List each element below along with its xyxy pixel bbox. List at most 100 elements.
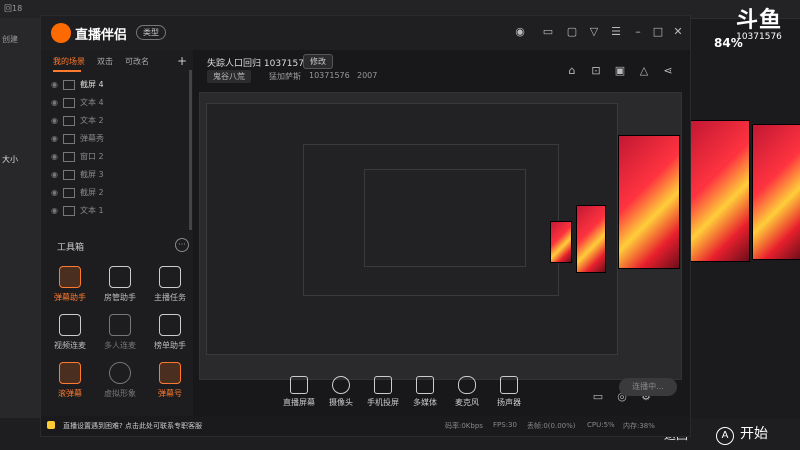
text-icon: [63, 115, 75, 126]
share-icon[interactable]: ⋖: [661, 64, 675, 78]
app-name: 直播伴侣: [75, 28, 128, 43]
edit-title-button[interactable]: 修改: [303, 54, 333, 69]
tool-video-link[interactable]: 视频连麦: [47, 314, 93, 351]
camera-icon: [332, 376, 350, 394]
scene-item[interactable]: ◉ 截屏 3: [51, 166, 181, 184]
eye-icon[interactable]: ◉: [51, 202, 63, 220]
preview-card-3: [550, 221, 572, 263]
tool-room-manager[interactable]: 房管助手: [97, 266, 143, 303]
sidebar: 我的场景 双击 可改名 + ◉ 截屏 4 ◉ 文本 4 ◉ 文本 2 ◉ 弹幕秀 ◉ 窗口…: [41, 50, 193, 436]
phone-icon: [374, 376, 392, 394]
task-icon: [159, 266, 181, 288]
phone-cast-button[interactable]: 手机投屏: [361, 376, 405, 408]
outer-start-label: 开始: [740, 426, 768, 442]
scene-item[interactable]: ◉ 截屏 4: [51, 76, 181, 94]
tool-danmu-helper[interactable]: 弹幕助手: [47, 266, 93, 303]
outer-card-2: [752, 124, 800, 260]
bitrate-stat: 码率:0Kbps: [445, 422, 483, 430]
category-tag[interactable]: 鬼谷八荒: [207, 70, 251, 83]
scene-item[interactable]: ◉ 文本 1: [51, 202, 181, 220]
scene-item[interactable]: ◉ 截屏 2: [51, 184, 181, 202]
start-live-button[interactable]: 连播中...: [619, 378, 677, 396]
danmu-icon: [63, 133, 75, 144]
message-icon[interactable]: ▭: [541, 25, 555, 39]
tool-label: 弹幕号: [158, 389, 182, 398]
danmu-helper-icon: [59, 266, 81, 288]
scene-item[interactable]: ◉ 弹幕秀: [51, 130, 181, 148]
control-label: 直播屏幕: [283, 398, 315, 407]
microphone-button[interactable]: 麦克风: [445, 376, 489, 408]
multimedia-button[interactable]: 多媒体: [403, 376, 447, 408]
eye-icon[interactable]: ◉: [51, 130, 63, 148]
outer-left-label-1: 创建: [2, 35, 18, 44]
tool-label: 虚拟形象: [104, 389, 136, 398]
mirror-level-2: [303, 144, 559, 296]
share-screen-icon[interactable]: ⌂: [565, 64, 579, 78]
sidebar-scrollbar[interactable]: [189, 70, 192, 230]
scene-item[interactable]: ◉ 文本 2: [51, 112, 181, 130]
minimize-icon[interactable]: –: [631, 25, 645, 39]
eye-icon[interactable]: ◉: [51, 76, 63, 94]
bell-icon[interactable]: △: [637, 64, 651, 78]
video-link-icon: [59, 314, 81, 336]
outer-start-button[interactable]: A 开始: [716, 423, 768, 445]
tool-label: 房管助手: [104, 293, 136, 302]
eye-icon[interactable]: ◉: [51, 166, 63, 184]
app-logo-icon: [51, 23, 71, 43]
image-icon: [63, 187, 75, 198]
tool-multi-link[interactable]: 多人连麦: [97, 314, 143, 351]
eye-icon[interactable]: ◉: [51, 148, 63, 166]
camera-button[interactable]: 摄像头: [319, 376, 363, 408]
multi-user-icon: [109, 314, 131, 336]
speaker-button[interactable]: 扬声器: [487, 376, 531, 408]
outer-left-label-2: 大小: [2, 155, 18, 164]
tab-my-scenes[interactable]: 我的场景: [53, 56, 85, 67]
scene-item[interactable]: ◉ 窗口 2: [51, 148, 181, 166]
scene-label: 截屏 2: [80, 188, 104, 197]
feedback-icon[interactable]: ▢: [565, 25, 579, 39]
outer-left-panel: 创建 大小: [0, 18, 40, 418]
theme-button[interactable]: 类型: [136, 25, 166, 40]
add-scene-icon[interactable]: +: [177, 54, 187, 68]
skin-icon[interactable]: ▽: [587, 25, 601, 39]
scene-label: 弹幕秀: [80, 134, 104, 143]
speaker-icon: [500, 376, 518, 394]
text-icon: [63, 97, 75, 108]
tool-scroll-danmu[interactable]: 滚弹幕: [47, 362, 93, 399]
tool-label: 多人连麦: [104, 341, 136, 350]
scene-label: 截屏 4: [80, 80, 104, 89]
eye-icon[interactable]: ◉: [51, 112, 63, 130]
image-icon: [63, 169, 75, 180]
danmu-number-icon: [159, 362, 181, 384]
scene-label: 文本 2: [80, 116, 104, 125]
maximize-icon[interactable]: □: [651, 25, 665, 39]
fps-stat: FPS:30: [493, 421, 517, 429]
tool-danmu-number[interactable]: 弹幕号: [147, 362, 193, 399]
settings-icon[interactable]: ☰: [609, 25, 623, 39]
tool-label: 弹幕助手: [54, 293, 86, 302]
record-icon[interactable]: ▭: [591, 390, 605, 404]
user-icon: [109, 266, 131, 288]
tool-label: 主播任务: [154, 293, 186, 302]
gift-icon[interactable]: ▣: [613, 64, 627, 78]
lock-icon[interactable]: ⊡: [589, 64, 603, 78]
more-icon[interactable]: ···: [175, 238, 189, 252]
a-button-icon: A: [716, 427, 734, 445]
screen-icon: [290, 376, 308, 394]
preview-area[interactable]: [199, 92, 682, 380]
tool-streamer-tasks[interactable]: 主播任务: [147, 266, 193, 303]
tool-avatar[interactable]: 虚拟形象: [97, 362, 143, 399]
tab-rename[interactable]: 可改名: [125, 56, 149, 67]
scroll-danmu-icon: [59, 362, 81, 384]
close-icon[interactable]: ✕: [671, 25, 685, 39]
eye-icon[interactable]: ◉: [51, 184, 63, 202]
avatar-icon[interactable]: ◉: [513, 25, 527, 39]
outer-card-1: [690, 120, 750, 262]
play-icon: [416, 376, 434, 394]
tool-ranking[interactable]: 榜单助手: [147, 314, 193, 351]
screen-capture-button[interactable]: 直播屏幕: [277, 376, 321, 408]
support-notice[interactable]: 直播设置遇到困难? 点击此处可联系专职客服: [63, 421, 202, 431]
scene-item[interactable]: ◉ 文本 4: [51, 94, 181, 112]
tab-double-click[interactable]: 双击: [97, 56, 113, 67]
eye-icon[interactable]: ◉: [51, 94, 63, 112]
